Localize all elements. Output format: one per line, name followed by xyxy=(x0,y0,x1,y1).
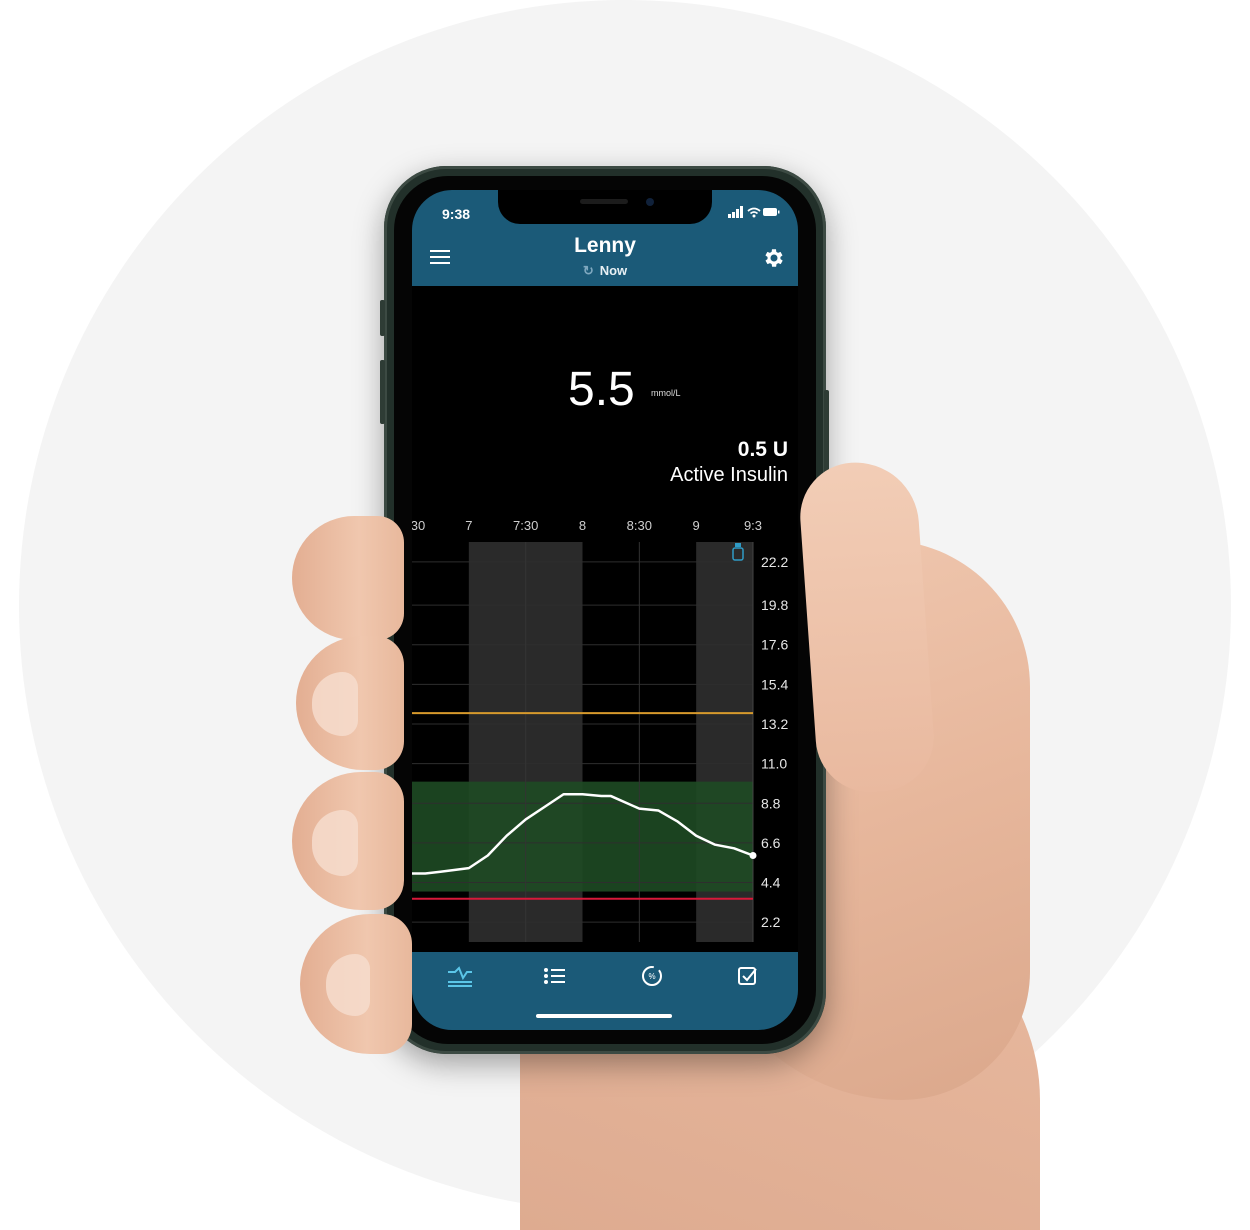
y-tick-label: 17.6 xyxy=(761,637,788,653)
target-range-band xyxy=(412,781,753,892)
app-header: 9:38 Lenny ↻ Now xyxy=(412,190,798,286)
x-tick-label: 9 xyxy=(693,518,700,533)
list-tab[interactable] xyxy=(534,960,578,994)
phone-side-button xyxy=(380,360,385,424)
phone-screen: 9:38 Lenny ↻ Now 5.5 mmol/L 0.5 U Active… xyxy=(412,190,798,1030)
y-tick-label: 6.6 xyxy=(761,835,781,851)
hand-thumb xyxy=(796,458,938,796)
refresh-icon: ↻ xyxy=(582,263,594,278)
status-time: 9:38 xyxy=(442,206,471,222)
status-icons xyxy=(728,206,780,221)
percent-circle-icon: % xyxy=(642,966,662,986)
sync-status: ↻ Now xyxy=(582,263,628,278)
y-tick-label: 19.8 xyxy=(761,597,788,613)
checkbox-icon xyxy=(738,967,757,985)
y-tick-label: 13.2 xyxy=(761,716,788,732)
checklist-tab[interactable] xyxy=(726,960,770,994)
glucose-value: 5.5 xyxy=(568,363,635,416)
signal-wifi-battery-icon xyxy=(728,206,780,218)
x-tick-label: 8:30 xyxy=(627,518,652,533)
gear-icon[interactable] xyxy=(762,246,786,270)
percent-tab[interactable]: % xyxy=(630,960,674,994)
graph-tab[interactable] xyxy=(438,960,482,994)
y-tick-label: 8.8 xyxy=(761,795,781,811)
phone-notch xyxy=(498,190,712,224)
list-icon xyxy=(544,968,565,984)
glucose-unit: mmol/L xyxy=(651,388,681,398)
active-insulin-label: Active Insulin xyxy=(670,464,788,486)
current-reading-point xyxy=(749,852,757,860)
glucose-chart: 22.2 19.8 17.6 15.4 13.2 11.0 8.8 6.6 4.4 2.2 30 7 7… xyxy=(412,518,788,942)
phone-side-button xyxy=(380,300,385,336)
patient-name: Lenny xyxy=(574,234,636,257)
y-tick-label: 22.2 xyxy=(761,554,788,570)
y-tick-label: 2.2 xyxy=(761,914,781,930)
x-tick-label: 7:30 xyxy=(513,518,538,533)
graph-icon xyxy=(448,966,472,987)
hand-finger xyxy=(292,516,404,640)
svg-text:%: % xyxy=(648,972,655,981)
home-indicator xyxy=(536,1014,672,1018)
y-tick-label: 15.4 xyxy=(761,676,788,692)
x-tick-label: 30 xyxy=(412,518,425,533)
active-insulin-amount: 0.5 U xyxy=(737,438,788,461)
x-tick-label: 7 xyxy=(465,518,472,533)
x-tick-label: 8 xyxy=(579,518,586,533)
bottom-tab-bar: % xyxy=(412,952,798,1030)
x-tick-label: 9:3 xyxy=(744,518,762,533)
y-tick-label: 4.4 xyxy=(761,875,781,891)
y-tick-label: 11.0 xyxy=(761,756,787,772)
insulin-vial-cap xyxy=(735,543,741,547)
